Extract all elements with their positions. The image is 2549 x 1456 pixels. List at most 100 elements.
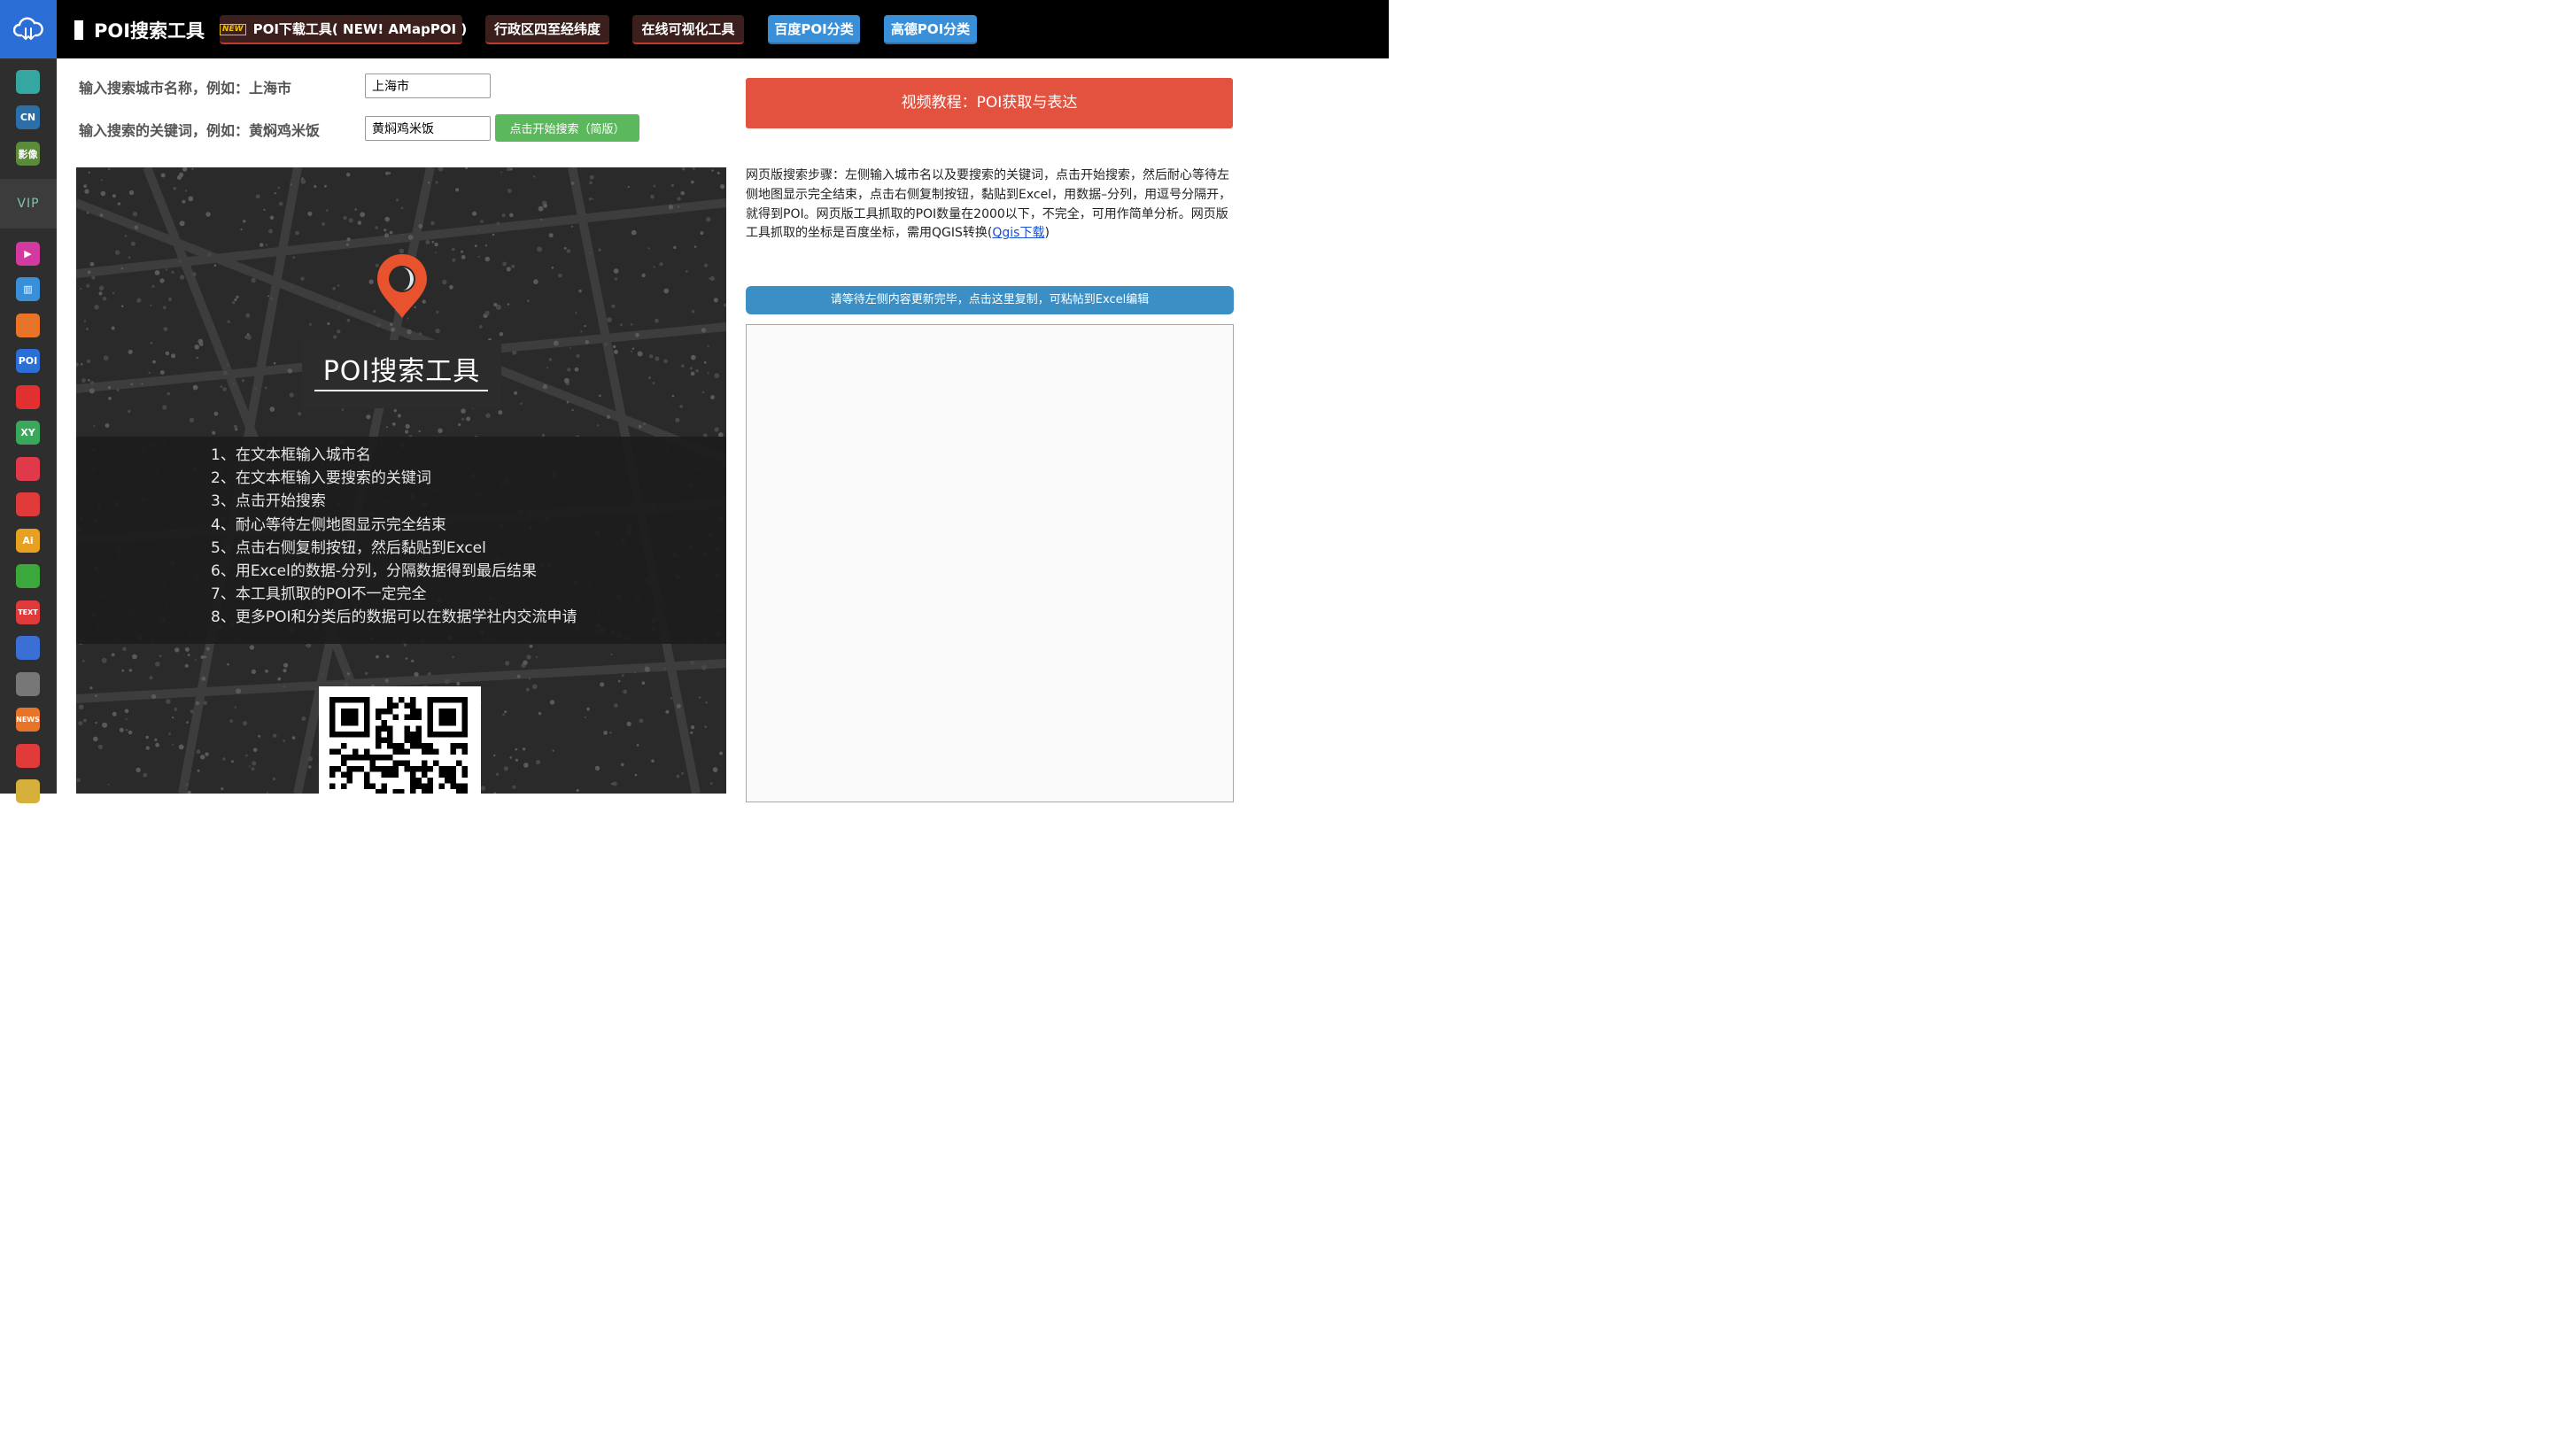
map-dot	[162, 405, 167, 410]
nav-admin-bounds-button[interactable]: 行政区四至经纬度	[485, 15, 609, 44]
map-dot	[637, 351, 643, 357]
map-dot	[435, 181, 438, 184]
map-dot	[542, 383, 548, 390]
map-dot	[504, 710, 507, 714]
text-icon[interactable]: TEXT	[16, 600, 40, 624]
results-textarea[interactable]	[746, 324, 1234, 802]
qr-module	[381, 783, 387, 789]
map-dot	[477, 255, 480, 258]
map-dot	[438, 428, 443, 434]
map-dot	[332, 286, 336, 290]
folder-icon[interactable]	[16, 779, 40, 803]
qr-module	[422, 743, 428, 749]
qr-module	[450, 771, 456, 778]
map-dot	[710, 395, 715, 399]
qr-module	[387, 743, 393, 749]
bar-chart-icon[interactable]	[16, 636, 40, 660]
pie-chart-icon[interactable]	[16, 385, 40, 409]
document-icon[interactable]	[16, 744, 40, 768]
xy-icon[interactable]: XY	[16, 421, 40, 445]
qr-module	[329, 748, 336, 755]
map-dot	[427, 672, 431, 676]
map-china-icon[interactable]	[16, 314, 40, 337]
book-icon[interactable]: ▥	[16, 277, 40, 301]
qr-module	[450, 783, 456, 789]
map-dot	[151, 693, 157, 700]
map-dot	[345, 243, 349, 246]
ai-icon[interactable]: Ai	[16, 529, 40, 553]
search-button[interactable]: 点击开始搜索（简版）	[495, 114, 639, 142]
map-dot	[664, 668, 667, 670]
map-dot	[291, 286, 293, 289]
map-dot	[200, 655, 205, 659]
news-icon[interactable]: NEWS	[16, 708, 40, 732]
map-dot	[633, 671, 637, 674]
nav-poi-download-button[interactable]: NEW POI下载工具( NEW! AMapPOI )	[220, 15, 467, 44]
nav-baidu-poi-category-button[interactable]: 百度POI分类	[768, 15, 860, 44]
map-dot	[163, 327, 168, 331]
qr-module	[399, 697, 405, 703]
map-dot	[243, 721, 248, 726]
map-dot	[220, 385, 223, 388]
map-dot	[145, 735, 149, 740]
map-dot	[179, 172, 184, 177]
map-dot	[365, 671, 368, 675]
qr-module	[415, 778, 422, 784]
qr-module	[392, 760, 399, 766]
road-icon[interactable]	[16, 564, 40, 588]
cloud-download-icon	[13, 17, 43, 41]
vip-link[interactable]: VIP	[0, 179, 57, 228]
map-dot	[717, 172, 720, 174]
map-dot	[80, 363, 83, 366]
map-dot	[107, 386, 112, 390]
bulb-icon[interactable]	[16, 457, 40, 481]
map-dot	[78, 704, 84, 710]
map-dot	[191, 167, 194, 170]
map-dot	[634, 773, 638, 777]
map-dot	[203, 701, 208, 706]
map-dot	[430, 221, 435, 226]
copy-results-button[interactable]: 请等待左侧内容更新完毕，点击这里复制，可粘帖到Excel编辑	[746, 286, 1234, 314]
map-dot	[375, 226, 379, 229]
map-dot	[690, 660, 694, 665]
map-dot	[709, 275, 715, 282]
map-dot	[222, 757, 226, 761]
video-icon[interactable]: ▶	[16, 242, 40, 266]
map-dot	[552, 749, 554, 752]
map-dot	[505, 661, 510, 666]
ai-cn-icon[interactable]: CN	[16, 105, 40, 129]
poi-icon[interactable]: POI	[16, 349, 40, 373]
qr-module	[456, 789, 462, 794]
video-tutorial-button[interactable]: 视频教程：POI获取与表达	[746, 78, 1233, 128]
map-dot	[165, 351, 170, 356]
map-dot	[213, 264, 217, 267]
qgis-download-link[interactable]: Qgis下载	[992, 226, 1044, 240]
image-icon[interactable]: 影像	[16, 142, 40, 166]
map-dot	[686, 270, 688, 273]
search-icon[interactable]	[16, 70, 40, 94]
picture-icon[interactable]	[16, 492, 40, 516]
map-dot	[390, 322, 393, 326]
map-dot	[592, 197, 594, 200]
cloud-logo-icon[interactable]	[0, 0, 57, 58]
city-input[interactable]	[365, 74, 491, 98]
map-dot	[511, 264, 515, 268]
qr-module	[399, 748, 405, 755]
keyword-input[interactable]	[365, 116, 491, 141]
qr-module	[346, 755, 353, 761]
map-dot	[585, 340, 590, 345]
nav-amap-poi-category-button[interactable]: 高德POI分类	[884, 15, 977, 44]
map-dot	[538, 711, 542, 716]
color-wheel-icon[interactable]	[16, 672, 40, 696]
qr-module	[399, 789, 405, 794]
qr-module	[461, 743, 468, 749]
map-dot	[649, 354, 654, 359]
map-dot	[641, 273, 646, 278]
instructions-text: 网页版搜索步骤：左侧输入城市名以及要搜索的关键词，点击开始搜索，然后耐心等待左侧…	[746, 167, 1235, 244]
nav-visualization-button[interactable]: 在线可视化工具	[632, 15, 744, 44]
map-dot	[327, 321, 330, 326]
qr-module	[364, 771, 370, 778]
map-dot	[515, 758, 518, 762]
map-dot	[693, 245, 697, 248]
map-dot	[192, 384, 198, 391]
